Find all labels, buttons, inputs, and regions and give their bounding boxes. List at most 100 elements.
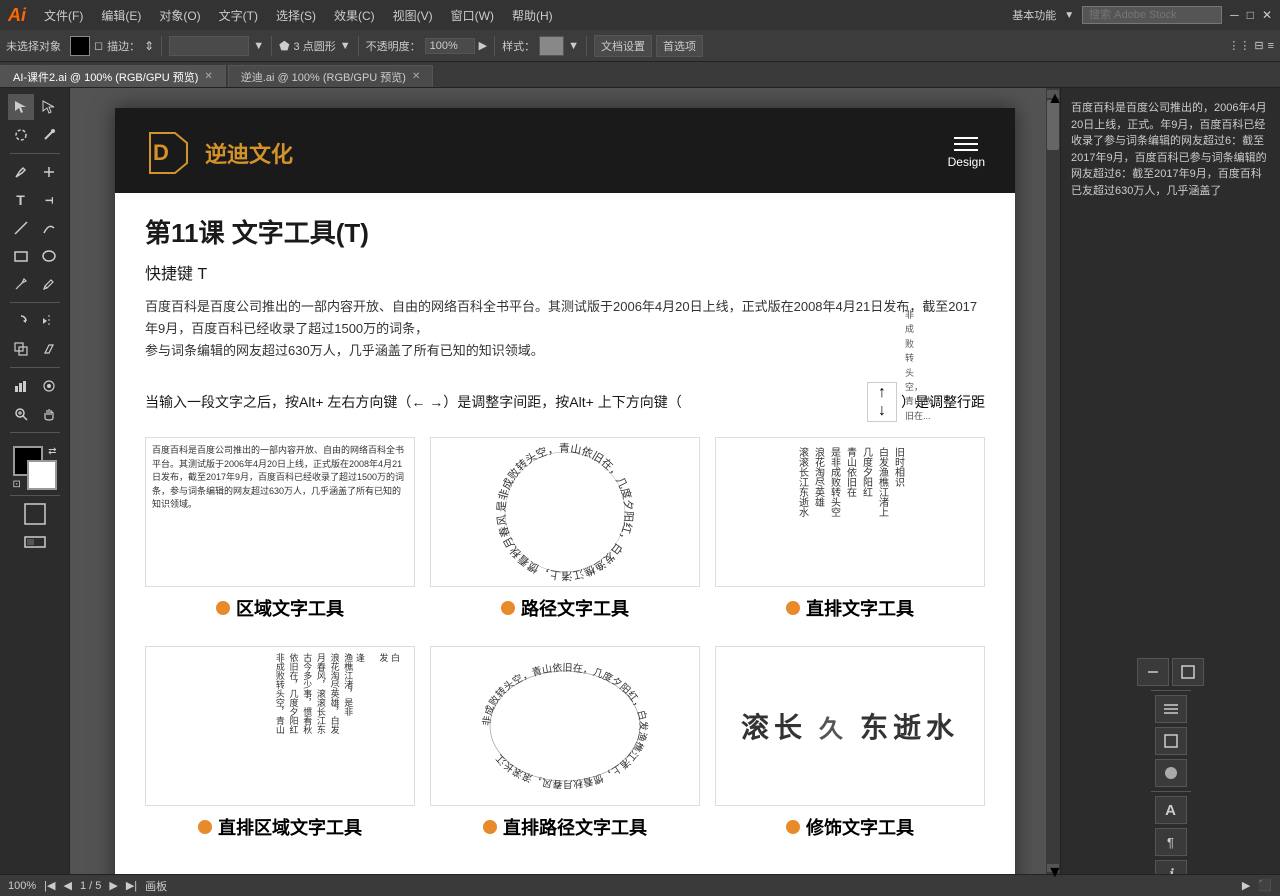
menu-window[interactable]: 窗口(W) — [443, 5, 502, 26]
workspace-mode[interactable]: 基本功能 — [1012, 7, 1056, 23]
artboard: D 逆迪文化 Design 第11课 文字工具(T) 快捷键 T 百度百科是 — [115, 108, 1015, 896]
background-color[interactable] — [27, 460, 57, 490]
status-bar: 100% |◀ ◀ 1 / 5 ▶ ▶| 画板 ▶ ⬛ — [0, 874, 1280, 896]
hamburger-area[interactable]: Design — [948, 137, 985, 169]
rectangle-tool[interactable] — [8, 243, 34, 269]
swap-colors-icon[interactable]: ⇄ — [48, 446, 56, 457]
menu-object[interactable]: 对象(O) — [151, 5, 208, 26]
style-dropdown-icon[interactable]: ▼ — [568, 40, 579, 52]
preferences-button[interactable]: 首选项 — [656, 35, 703, 57]
window-minimize-icon[interactable]: ─ — [1230, 8, 1239, 22]
stroke-up-icon[interactable]: ⇕ — [144, 39, 154, 53]
right-para-icon[interactable]: ¶ — [1155, 828, 1187, 856]
tool-row-pen — [8, 159, 62, 185]
fill-color-swatch[interactable] — [70, 36, 90, 56]
more-icon[interactable]: ≡ — [1268, 40, 1274, 52]
scrollbar-up-arrow[interactable]: ▲ — [1047, 90, 1059, 98]
rotate-tool[interactable] — [8, 308, 34, 334]
lasso-tool[interactable] — [8, 122, 34, 148]
tool-separator-5 — [10, 495, 60, 496]
arc-tool[interactable] — [36, 215, 62, 241]
opacity-arrow-icon[interactable]: ▶ — [479, 39, 487, 52]
right-rect-icon[interactable] — [1155, 727, 1187, 755]
tab-file-2[interactable]: 逆迪.ai @ 100% (RGB/GPU 预览) ✕ — [228, 65, 434, 87]
right-type-icon[interactable]: A — [1155, 796, 1187, 824]
points-dropdown-icon[interactable]: ▼ — [340, 40, 351, 52]
status-stop-icon[interactable]: ⬛ — [1258, 879, 1272, 892]
symbol-tool[interactable] — [36, 373, 62, 399]
shear-tool[interactable] — [36, 336, 62, 362]
decoration-dot — [786, 820, 800, 834]
line-tool[interactable] — [8, 215, 34, 241]
canvas-area[interactable]: D 逆迪文化 Design 第11课 文字工具(T) 快捷键 T 百度百科是 — [70, 88, 1060, 896]
opacity-input[interactable] — [425, 38, 475, 54]
add-anchor-tool[interactable] — [36, 159, 62, 185]
vertical-text-label-area: 直排文字工具 — [786, 595, 914, 621]
menu-help[interactable]: 帮助(H) — [504, 5, 561, 26]
vertical-area-label-area: 直排区域文字工具 — [198, 814, 362, 840]
arrange-icon[interactable]: ⊟ — [1254, 39, 1263, 52]
view-icon[interactable] — [22, 529, 48, 555]
tab-1-close[interactable]: ✕ — [204, 71, 212, 82]
extra-options-icon[interactable]: ⋮⋮ — [1228, 39, 1250, 52]
tab-file-1[interactable]: AI-课件2.ai @ 100% (RGB/GPU 预览) ✕ — [0, 65, 226, 87]
ellipse-tool[interactable] — [36, 243, 62, 269]
pen-tool[interactable] — [8, 159, 34, 185]
stock-search-input[interactable] — [1082, 6, 1222, 24]
menu-edit[interactable]: 编辑(E) — [93, 5, 149, 26]
hand-tool[interactable] — [36, 401, 62, 427]
page-number: 1 / 5 — [80, 880, 101, 892]
zoom-tool[interactable] — [8, 401, 34, 427]
vertical-text-demo: 滚滚长江东逝水 浪花淘尽英雄 是非成败转头空 青山依旧在 几度夕阳红 白发渔樵江… — [715, 437, 985, 587]
scrollbar-thumb-v[interactable] — [1047, 100, 1059, 150]
right-panel: 百度百科是百度公司推出的，2006年4月20日上线，正式。年9月，百度百科已经收… — [1060, 88, 1280, 896]
menu-view[interactable]: 视图(V) — [385, 5, 441, 26]
toolbar-separator-5 — [586, 36, 587, 56]
scale-tool[interactable] — [8, 336, 34, 362]
nav-design-label: Design — [948, 155, 985, 169]
menu-file[interactable]: 文件(F) — [36, 5, 91, 26]
vertical-type-tool[interactable]: T — [36, 187, 62, 213]
toolbar: 未选择对象 ◻ 描边： ⇕ ▼ ⬟ 3 点圆形 ▼ 不透明度： ▶ 样式： ▼ … — [0, 30, 1280, 62]
right-icon-expand[interactable] — [1172, 658, 1204, 686]
workspace-dropdown-icon[interactable]: ▼ — [1064, 10, 1074, 21]
graph-tool[interactable] — [8, 373, 34, 399]
canvas-scrollbar-v[interactable]: ▲ ▼ — [1046, 88, 1060, 874]
status-play-icon[interactable]: ▶ — [1242, 879, 1250, 892]
scrollbar-down-arrow[interactable]: ▼ — [1047, 864, 1059, 872]
tool-row-rect — [8, 243, 62, 269]
status-nav-prev[interactable]: ◀ — [63, 879, 71, 892]
paintbrush-tool[interactable] — [8, 271, 34, 297]
right-icon-minimize[interactable] — [1137, 658, 1169, 686]
right-circle-icon[interactable] — [1155, 759, 1187, 787]
menu-type[interactable]: 文字(T) — [211, 5, 266, 26]
toolbar-separator-1 — [161, 36, 162, 56]
area-text-demo: 百度百科是百度公司推出的一部内容开放、自由的网络百科全书平台。其测试版于2006… — [145, 437, 415, 587]
menu-effect[interactable]: 效果(C) — [326, 5, 383, 26]
pencil-tool[interactable] — [36, 271, 62, 297]
tool-row-mode — [22, 501, 48, 527]
toolbar-separator-2 — [271, 36, 272, 56]
brush-dropdown-icon[interactable]: ▼ — [253, 40, 264, 52]
status-nav-next-next[interactable]: ▶| — [126, 879, 137, 892]
menu-select[interactable]: 选择(S) — [268, 5, 324, 26]
normal-mode[interactable] — [22, 501, 48, 527]
area-text-dot — [216, 601, 230, 615]
window-close-icon[interactable]: ✕ — [1262, 8, 1272, 22]
zoom-level[interactable]: 100% — [8, 880, 36, 892]
status-nav-prev-prev[interactable]: |◀ — [44, 879, 55, 892]
tab-2-close[interactable]: ✕ — [412, 71, 420, 82]
status-nav-next[interactable]: ▶ — [109, 879, 117, 892]
right-hamburger-icon[interactable] — [1155, 695, 1187, 723]
style-preview[interactable] — [539, 36, 564, 56]
selection-tool[interactable] — [8, 94, 34, 120]
reset-colors-icon[interactable]: ⊡ — [13, 479, 21, 490]
magic-wand-tool[interactable] — [36, 122, 62, 148]
brush-preset-preview[interactable] — [169, 36, 249, 56]
type-tool[interactable]: T — [8, 187, 34, 213]
area-text-content: 百度百科是百度公司推出的一部内容开放、自由的网络百科全书平台。其测试版于2006… — [152, 444, 408, 512]
direct-selection-tool[interactable] — [36, 94, 62, 120]
doc-settings-button[interactable]: 文档设置 — [594, 35, 652, 57]
window-restore-icon[interactable]: □ — [1247, 8, 1254, 22]
reflect-tool[interactable] — [36, 308, 62, 334]
